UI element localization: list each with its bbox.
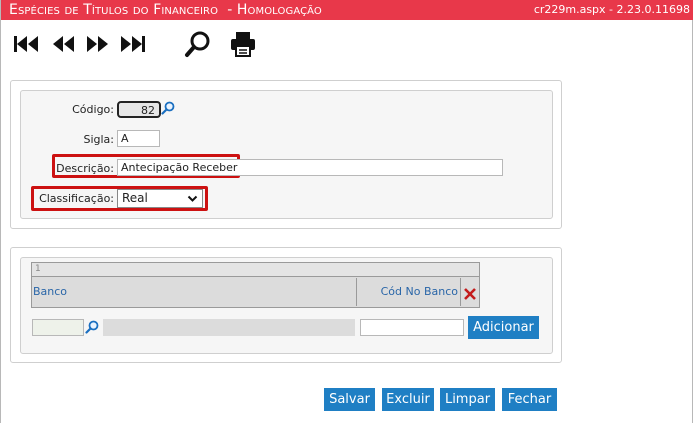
next-record-icon	[86, 34, 110, 54]
page-title: Espécies de Títulos do Financeiro - Homo…	[9, 2, 322, 18]
chevron-down-icon	[187, 193, 198, 208]
save-button[interactable]: Salvar	[324, 388, 375, 411]
classificacao-select[interactable]: Real	[117, 189, 203, 208]
previous-record-button[interactable]	[48, 30, 78, 58]
sigla-label: Sigla:	[83, 133, 114, 146]
codigo-lookup-icon[interactable]	[161, 101, 175, 118]
descricao-field[interactable]: Antecipação Receber	[117, 159, 503, 176]
codigo-label: Código:	[72, 103, 114, 116]
page: Espécies de Títulos do Financeiro - Homo…	[0, 0, 693, 423]
banks-grid: 1 Banco Cód No Banco	[31, 262, 480, 308]
codigo-field[interactable]: 82	[117, 101, 161, 118]
title-bar: Espécies de Títulos do Financeiro - Homo…	[1, 0, 693, 20]
grid-header-cod-no-banco[interactable]: Cód No Banco	[358, 278, 458, 306]
program-info: cr229m.aspx - 2.23.0.11698	[533, 3, 690, 16]
delete-button[interactable]: Excluir	[382, 388, 434, 411]
add-button[interactable]: Adicionar	[468, 316, 539, 339]
search-button[interactable]	[183, 30, 213, 58]
grid-pager[interactable]: 1	[32, 263, 479, 277]
page-title-text: Espécies de Títulos do Financeiro	[9, 2, 219, 18]
bank-code-field[interactable]	[32, 319, 84, 336]
first-record-icon	[12, 34, 40, 54]
grid-column-divider	[356, 278, 357, 306]
classificacao-label: Classificação:	[39, 192, 114, 205]
first-record-button[interactable]	[11, 30, 41, 58]
classificacao-selected-value: Real	[122, 191, 148, 205]
delete-icon[interactable]	[463, 287, 477, 304]
print-button[interactable]	[228, 30, 258, 58]
last-record-button[interactable]	[118, 30, 148, 58]
page-title-environment: - Homologação	[227, 2, 322, 18]
descricao-label: Descrição:	[56, 162, 114, 175]
clear-button[interactable]: Limpar	[440, 388, 495, 411]
cod-no-banco-field[interactable]	[360, 319, 464, 336]
bank-name-field	[103, 319, 355, 336]
close-button[interactable]: Fechar	[502, 388, 557, 411]
grid-header-banco[interactable]: Banco	[33, 278, 353, 306]
print-icon	[229, 30, 257, 58]
previous-record-icon	[51, 34, 75, 54]
last-record-icon	[119, 34, 147, 54]
bank-lookup-icon[interactable]	[85, 320, 99, 337]
search-icon	[184, 30, 212, 58]
grid-column-divider	[460, 278, 461, 306]
sigla-field[interactable]: A	[117, 130, 160, 147]
next-record-button[interactable]	[83, 30, 113, 58]
